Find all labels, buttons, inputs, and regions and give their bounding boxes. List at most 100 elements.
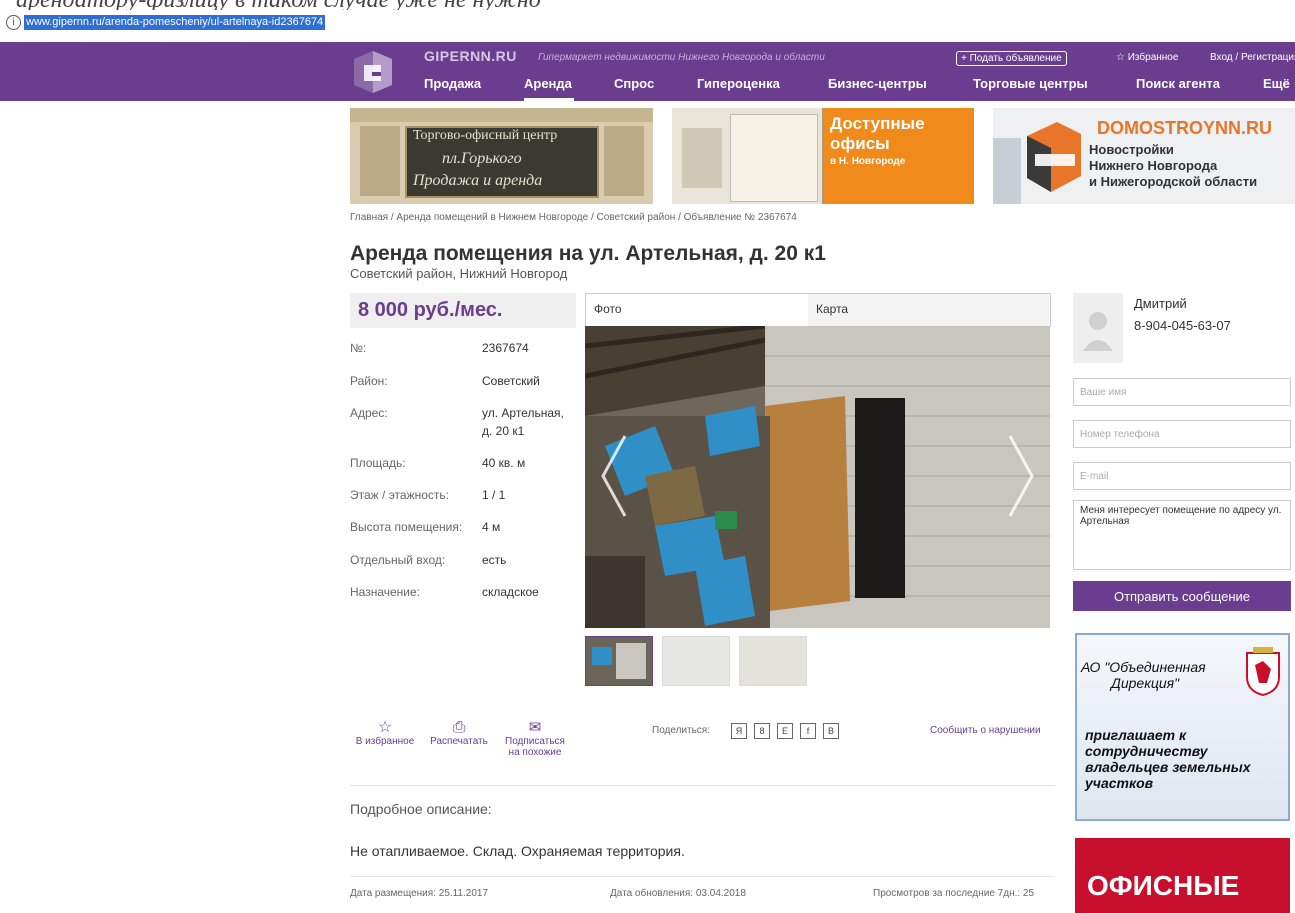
- ad1-line3: приглашает к: [1085, 727, 1187, 743]
- banner-domostroy[interactable]: DOMOSTROYNN.RU Новостройки Нижнего Новго…: [993, 108, 1295, 204]
- share-lj-icon[interactable]: Е: [777, 723, 793, 739]
- send-message-button[interactable]: Отправить сообщение: [1073, 581, 1291, 611]
- prop-value-district: Советский: [482, 374, 540, 388]
- agent-phone[interactable]: 8-904-045-63-07: [1134, 318, 1231, 333]
- prop-value-area: 40 кв. м: [482, 456, 526, 470]
- prop-value-address-2: д. 20 к1: [482, 424, 525, 438]
- nav-shopping-centers[interactable]: Торговые центры: [973, 76, 1088, 91]
- banner2-line2: офисы: [830, 134, 890, 153]
- star-icon: ☆: [377, 719, 393, 736]
- banner3-line1: Новостройки: [1089, 142, 1174, 157]
- thumbnail-3[interactable]: [739, 636, 807, 686]
- site-logo-icon[interactable]: [350, 49, 396, 95]
- side-ad-offices[interactable]: ОФИСНЫЕ: [1075, 838, 1290, 913]
- add-favorite-button[interactable]: ☆ В избранное: [350, 719, 420, 748]
- nav-demand[interactable]: Спрос: [614, 76, 654, 91]
- coat-of-arms-icon: [1246, 647, 1280, 697]
- login-link[interactable]: Вход / Регистрация: [1210, 52, 1295, 63]
- thumbnail-2[interactable]: [662, 636, 730, 686]
- prop-label-entrance: Отдельный вход:: [350, 553, 446, 567]
- banner3-brand: DOMOSTROYNN.RU: [1097, 118, 1272, 138]
- nav-valuation[interactable]: Гипероценка: [697, 76, 780, 91]
- prop-label-district: Район:: [350, 374, 388, 388]
- prop-value-height: 4 м: [482, 520, 501, 534]
- ad1-line5: владельцев земельных: [1085, 759, 1251, 775]
- banner3-line2: Нижнего Новгорода: [1089, 158, 1218, 173]
- address-row[interactable]: i www.gipernn.ru/arenda-pomescheniy/ul-a…: [0, 14, 1295, 32]
- agent-name: Дмитрий: [1134, 296, 1187, 311]
- add-favorite-label: В избранное: [355, 736, 415, 747]
- tab-photo[interactable]: Фото: [586, 294, 816, 326]
- printer-icon: ⎙: [452, 719, 466, 736]
- tab-map[interactable]: Карта: [808, 294, 1049, 326]
- prop-value-address: ул. Артельная,: [482, 406, 564, 420]
- site-header: GIPERNN.RU Гипермаркет недвижимости Нижн…: [0, 42, 1295, 101]
- ad1-line2: Дирекция": [1111, 675, 1180, 691]
- post-ad-button[interactable]: + Подать объявление: [956, 51, 1067, 66]
- banner1-line1: Торгово-офисный центр: [413, 128, 558, 143]
- page-subtitle: Советский район, Нижний Новгород: [350, 266, 568, 281]
- views-count: Просмотров за последние 7дн.: 25: [873, 888, 1035, 899]
- brand-name[interactable]: GIPERNN.RU: [424, 48, 517, 64]
- share-ok-icon[interactable]: 8: [754, 723, 770, 739]
- nav-rent[interactable]: Аренда: [524, 76, 572, 91]
- nav-find-agent[interactable]: Поиск агента: [1136, 76, 1220, 91]
- prop-label-height: Высота помещения:: [350, 520, 463, 534]
- divider: [350, 785, 1055, 786]
- overlay-text-strip: арендатору-физлицу в таком случае уже не…: [0, 0, 1295, 10]
- banner1-line3: Продажа и аренда: [413, 172, 543, 189]
- gallery-tabs: Фото Карта: [585, 293, 1051, 327]
- ad1-line1: АО "Объединенная: [1081, 659, 1206, 675]
- subscribe-button[interactable]: ✉ Подписаться на похожие: [498, 719, 572, 759]
- prop-value-entrance: есть: [482, 553, 507, 567]
- prop-label-address: Адрес:: [350, 406, 388, 420]
- warehouse-photo: [585, 326, 1050, 628]
- banner-offices[interactable]: Доступные офисы в Н. Новгороде: [672, 108, 974, 204]
- prop-value-purpose: складское: [482, 585, 539, 599]
- banner-trade-center[interactable]: Торгово-офисный центр пл.Горького Продаж…: [350, 108, 653, 204]
- banner2-line1: Доступные: [830, 114, 925, 133]
- description-heading: Подробное описание:: [350, 801, 492, 817]
- share-vk-icon[interactable]: В: [823, 723, 839, 739]
- main-photo[interactable]: [585, 326, 1050, 628]
- name-field[interactable]: [1073, 378, 1291, 406]
- print-label: Распечатать: [430, 736, 488, 747]
- prop-value-floor: 1 / 1: [482, 488, 506, 502]
- ad1-line6: участков: [1085, 775, 1154, 791]
- avatar: [1073, 293, 1123, 363]
- print-button[interactable]: ⎙ Распечатать: [424, 719, 494, 748]
- browser-url-bar: арендатору-физлицу в таком случае уже не…: [0, 0, 1295, 42]
- price-box: 8 000 руб./мес.: [350, 293, 576, 328]
- subscribe-label-2: на похожие: [508, 747, 562, 758]
- report-link[interactable]: Сообщить о нарушении: [930, 725, 1041, 736]
- house-logo-icon: [1027, 122, 1081, 192]
- breadcrumb[interactable]: Главная / Аренда помещений в Нижнем Новг…: [350, 212, 797, 223]
- prop-label-number: №:: [350, 341, 367, 355]
- thumbnail-1[interactable]: [585, 636, 653, 686]
- nav-more[interactable]: Ещё: [1263, 76, 1290, 91]
- nav-business-centers[interactable]: Бизнес-центры: [828, 76, 927, 91]
- prop-label-area: Площадь:: [350, 456, 406, 470]
- prop-value-number: 2367674: [482, 341, 529, 355]
- overlay-text: арендатору-физлицу в таком случае уже не…: [16, 0, 541, 10]
- envelope-icon: ✉: [528, 719, 542, 736]
- prop-label-purpose: Назначение:: [350, 585, 421, 599]
- favorites-link[interactable]: ☆ Избранное: [1116, 52, 1178, 63]
- tagline: Гипермаркет недвижимости Нижнего Новгоро…: [538, 52, 825, 63]
- share-yandex-icon[interactable]: Я: [731, 723, 747, 739]
- price: 8 000 руб./мес.: [358, 299, 503, 321]
- ad1-line4: сотрудничеству: [1085, 743, 1208, 759]
- email-field[interactable]: [1073, 462, 1291, 490]
- banner3-line3: и Нижегородской области: [1089, 174, 1258, 189]
- url-text[interactable]: www.gipernn.ru/arenda-pomescheniy/ul-art…: [24, 15, 326, 30]
- posted-date: Дата размещения: 25.11.2017: [350, 888, 489, 899]
- nav-sale[interactable]: Продажа: [424, 76, 481, 91]
- banner1-line2: пл.Горького: [442, 150, 522, 167]
- subscribe-label-1: Подписаться: [505, 736, 565, 747]
- share-facebook-icon[interactable]: f: [800, 723, 816, 739]
- prop-label-floor: Этаж / этажность:: [350, 488, 449, 502]
- phone-field[interactable]: [1073, 420, 1291, 448]
- message-field[interactable]: Меня интересует помещение по адресу ул. …: [1073, 500, 1291, 570]
- info-icon[interactable]: i: [6, 15, 21, 30]
- side-ad-directorate[interactable]: АО "Объединенная Дирекция" приглашает к …: [1075, 633, 1290, 821]
